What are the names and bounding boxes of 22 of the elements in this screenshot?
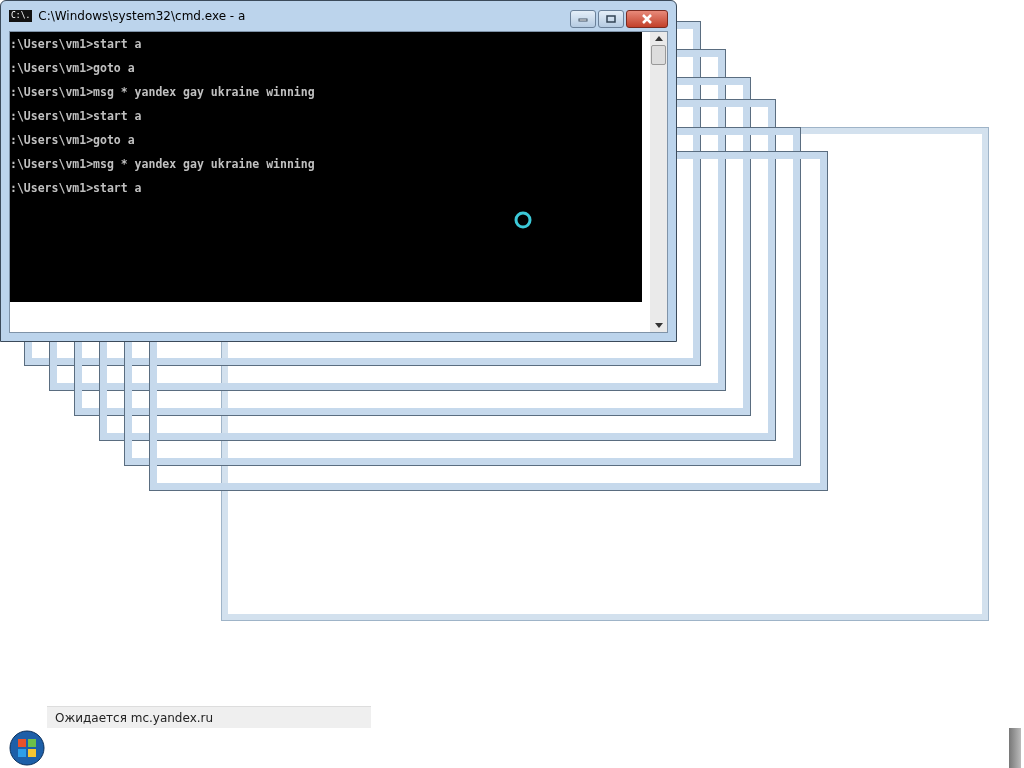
- console-line: :\Users\vm1>start a: [10, 108, 143, 125]
- close-icon: [641, 14, 653, 24]
- scrollbar[interactable]: [650, 32, 667, 332]
- minimize-icon: [578, 16, 588, 22]
- minimize-button[interactable]: [570, 10, 596, 28]
- status-text: Ожидается mc.yandex.ru: [47, 706, 371, 728]
- window-title: C:\Windows\system32\cmd.exe - a: [38, 9, 247, 23]
- maximize-button[interactable]: [598, 10, 624, 28]
- console-line: :\Users\vm1>msg * yandex gay ukraine winning: [10, 84, 316, 101]
- scroll-thumb[interactable]: [651, 45, 666, 65]
- console-icon: C:\.: [9, 10, 33, 22]
- scroll-up-icon[interactable]: [654, 36, 663, 41]
- console-line: :\Users\vm1>goto a: [10, 60, 136, 77]
- console-line: :\Users\vm1>goto a: [10, 132, 136, 149]
- console-line: :\Users\vm1>msg * yandex gay ukraine winning: [10, 156, 316, 173]
- busy-cursor-icon: [513, 210, 533, 230]
- scroll-down-icon[interactable]: [654, 323, 663, 328]
- console-line: :\Users\vm1>start a: [10, 180, 143, 197]
- close-button[interactable]: [626, 10, 668, 28]
- maximize-icon: [606, 15, 616, 23]
- start-button[interactable]: [9, 730, 45, 766]
- console-line: :\Users\vm1>start a: [10, 36, 143, 53]
